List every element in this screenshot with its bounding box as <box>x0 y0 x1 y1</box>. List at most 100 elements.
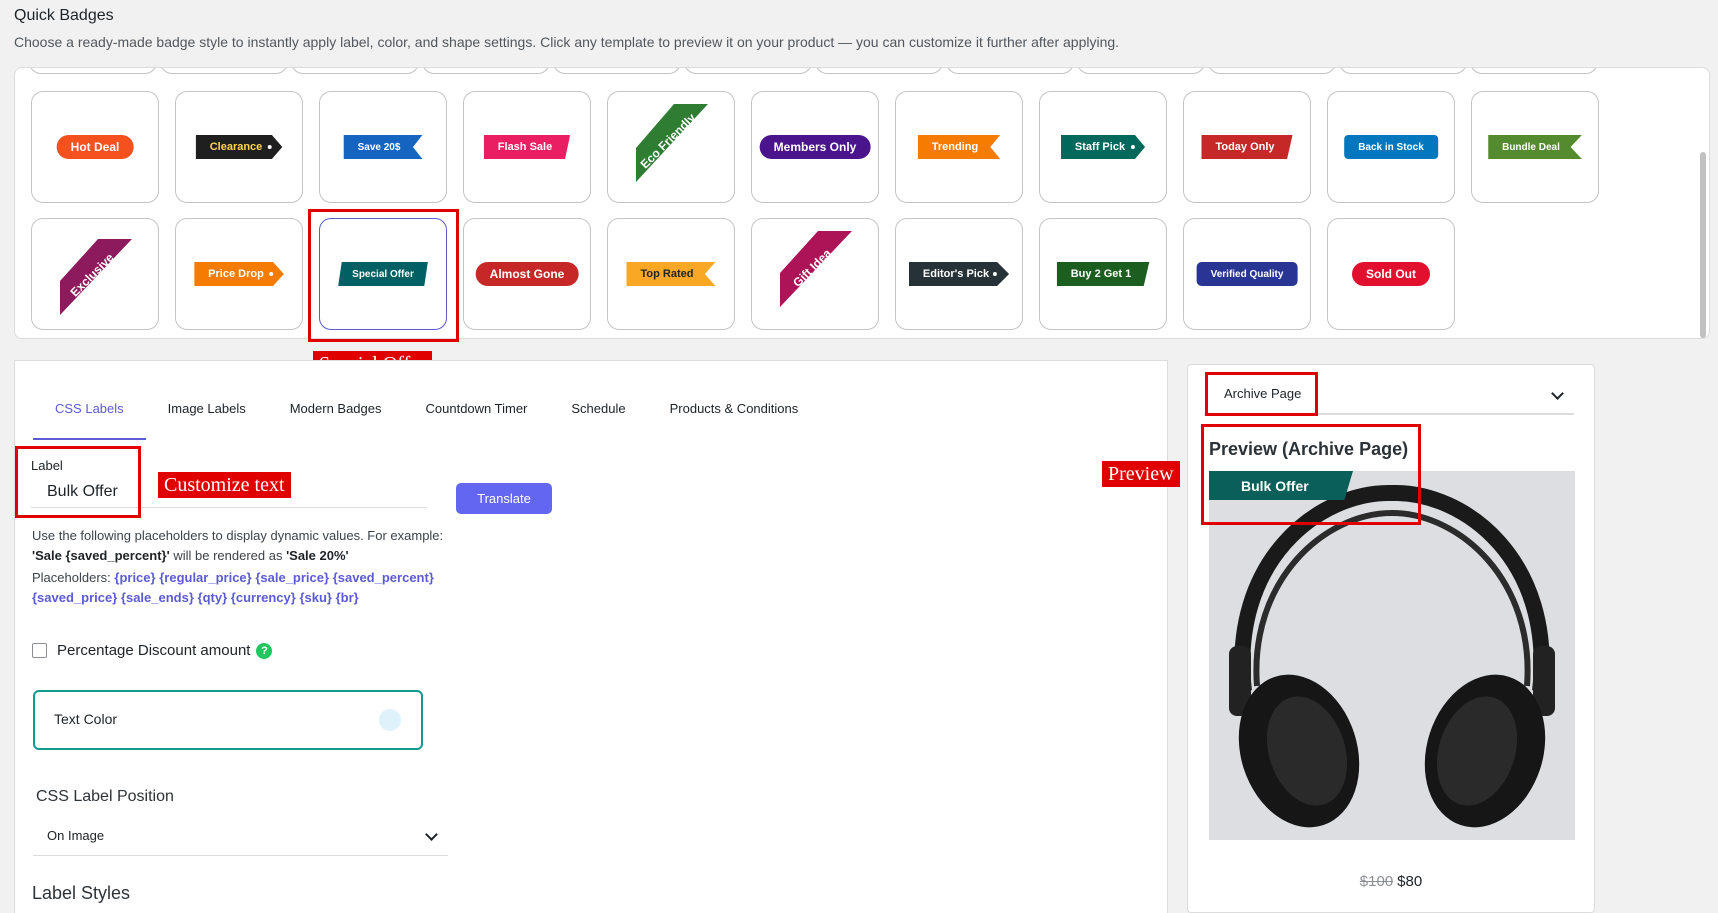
badge-preview: Save 20$ <box>343 135 423 159</box>
translate-button[interactable]: Translate <box>456 483 552 514</box>
text-color-field[interactable]: Text Color <box>33 690 423 750</box>
scrolled-tile-edge <box>1339 68 1467 74</box>
color-swatch[interactable] <box>379 709 401 731</box>
price: $100 $80 <box>1188 873 1594 890</box>
tab-image-labels[interactable]: Image Labels <box>146 391 268 440</box>
badge-preview: Editor's Pick <box>908 262 1010 286</box>
template-back-in-stock[interactable]: Back in Stock <box>1327 91 1455 203</box>
template-bundle-deal[interactable]: Bundle Deal <box>1471 91 1599 203</box>
label-position-value: On Image <box>47 828 105 843</box>
percentage-discount-checkbox[interactable] <box>32 643 47 658</box>
ribbon-shape: Eco Friendly <box>630 104 730 196</box>
help-example-input: 'Sale {saved_percent}' <box>32 548 170 563</box>
ribbon-shape: Exclusive <box>54 231 154 323</box>
label-position-title: CSS Label Position <box>36 788 174 805</box>
badge-preview: Verified Quality <box>1196 262 1298 286</box>
preview-panel: Archive Page Preview (Archive Page) Bulk… <box>1187 364 1595 913</box>
badge-preview: Trending <box>917 135 1001 159</box>
template-save-20[interactable]: Save 20$ <box>319 91 447 203</box>
badge-template-grid: Hot Deal Clearance Save 20$ Flash Sale E… <box>14 67 1710 339</box>
template-grid-scrollbar[interactable] <box>1700 152 1706 338</box>
tab-css-labels[interactable]: CSS Labels <box>33 391 146 440</box>
settings-tabs: CSS Labels Image Labels Modern Badges Co… <box>33 391 820 440</box>
ribbon-graphic <box>780 231 852 307</box>
badge-preview: Sold Out <box>1352 262 1430 286</box>
help-text: Use the following placeholders to displa… <box>32 528 444 543</box>
help-example-output: 'Sale 20%' <box>286 548 349 563</box>
template-exclusive[interactable]: Exclusive <box>31 218 159 330</box>
ribbon-graphic <box>60 239 132 315</box>
placeholder-token: {price} <box>114 570 156 585</box>
scrolled-tile-edge <box>160 68 288 74</box>
template-clearance[interactable]: Clearance <box>175 91 303 203</box>
chevron-down-icon <box>425 828 438 841</box>
preview-badge: Bulk Offer <box>1209 471 1353 500</box>
badge-preview: Hot Deal <box>56 135 134 159</box>
template-verified-quality[interactable]: Verified Quality <box>1183 218 1311 330</box>
preview-title: Preview (Archive Page) <box>1209 439 1409 459</box>
help-icon[interactable]: ? <box>256 642 273 659</box>
placeholder-token: {qty} <box>197 590 228 605</box>
chevron-down-icon <box>1551 387 1564 400</box>
label-styles-title: Label Styles <box>32 883 131 903</box>
product-image <box>1209 471 1575 840</box>
scrolled-tile-edge <box>815 68 943 74</box>
template-flash-sale[interactable]: Flash Sale <box>463 91 591 203</box>
placeholder-help: Use the following placeholders to displa… <box>32 526 443 566</box>
percentage-discount-label: Percentage Discount amount <box>57 642 251 659</box>
scrolled-tile-edge <box>684 68 812 74</box>
percentage-discount-row: Percentage Discount amount ? <box>32 642 273 659</box>
help-text-connector: will be rendered as <box>169 548 287 563</box>
template-almost-gone[interactable]: Almost Gone <box>463 218 591 330</box>
badge-preview: Staff Pick <box>1060 135 1146 159</box>
label-position-select[interactable]: On Image <box>33 816 448 856</box>
placeholder-list: Placeholders: {price} {regular_price} {s… <box>32 568 462 608</box>
placeholder-token: {saved_percent} <box>332 570 434 585</box>
template-eco-friendly[interactable]: Eco Friendly <box>607 91 735 203</box>
ribbon-shape: Gift Idea <box>774 231 874 323</box>
template-trending[interactable]: Trending <box>895 91 1023 203</box>
annotation-preview: Preview <box>1102 461 1180 487</box>
label-field-label: Label <box>31 458 63 473</box>
badge-preview: Top Rated <box>626 262 716 286</box>
badge-preview: Special Offer <box>338 262 428 286</box>
settings-panel: CSS Labels Image Labels Modern Badges Co… <box>14 360 1168 913</box>
page: Quick Badges Choose a ready-made badge s… <box>0 0 1718 913</box>
scrolled-tile-edge <box>422 68 550 74</box>
regular-price: $100 <box>1359 873 1394 890</box>
template-sold-out[interactable]: Sold Out <box>1327 218 1455 330</box>
template-price-drop[interactable]: Price Drop <box>175 218 303 330</box>
badge-preview: Today Only <box>1201 135 1293 159</box>
headphones-image <box>1229 484 1555 828</box>
scrolled-tile-edge <box>29 68 157 74</box>
placeholder-token: {sale_price} <box>255 570 330 585</box>
placeholder-token: {sale_ends} <box>120 590 194 605</box>
template-gift-idea[interactable]: Gift Idea <box>751 218 879 330</box>
text-color-label: Text Color <box>54 711 118 727</box>
badge-preview: Back in Stock <box>1344 135 1438 159</box>
template-top-rated[interactable]: Top Rated <box>607 218 735 330</box>
template-members-only[interactable]: Members Only <box>751 91 879 203</box>
placeholders-label: Placeholders: <box>32 570 115 585</box>
template-buy-2-get-1[interactable]: Buy 2 Get 1 <box>1039 218 1167 330</box>
tab-modern-badges[interactable]: Modern Badges <box>268 391 404 440</box>
template-today-only[interactable]: Today Only <box>1183 91 1311 203</box>
placeholder-token: {regular_price} <box>159 570 252 585</box>
template-special-offer[interactable]: Special Offer <box>319 218 447 330</box>
preview-page-select[interactable]: Archive Page <box>1204 375 1574 415</box>
template-staff-pick[interactable]: Staff Pick <box>1039 91 1167 203</box>
placeholder-token: {saved_price} <box>32 590 118 605</box>
scrolled-tile-edge <box>291 68 419 74</box>
scrolled-tile-edge <box>946 68 1074 74</box>
placeholder-token: {sku} <box>299 590 332 605</box>
annotation-customize-text: Customize text <box>158 472 291 498</box>
tab-countdown-timer[interactable]: Countdown Timer <box>404 391 550 440</box>
badge-preview: Bundle Deal <box>1488 135 1582 159</box>
template-hot-deal[interactable]: Hot Deal <box>31 91 159 203</box>
tab-schedule[interactable]: Schedule <box>549 391 647 440</box>
badge-preview: Flash Sale <box>483 135 571 159</box>
tab-products-conditions[interactable]: Products & Conditions <box>648 391 821 440</box>
template-editors-pick[interactable]: Editor's Pick <box>895 218 1023 330</box>
badge-preview: Price Drop <box>194 262 284 286</box>
section-title: Quick Badges <box>14 7 114 24</box>
